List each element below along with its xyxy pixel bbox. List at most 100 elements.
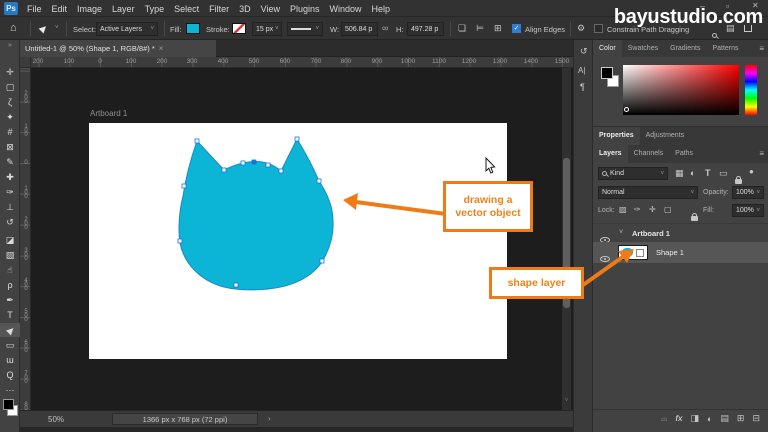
menu-edit[interactable]: Edit [52, 4, 68, 14]
tab-patterns[interactable]: Patterns [706, 40, 744, 57]
ruler-corner[interactable] [20, 57, 31, 68]
menu-window[interactable]: Window [330, 4, 362, 14]
opacity-field[interactable]: 100% ˅ [732, 186, 764, 199]
link-layers-icon[interactable]: ∞ [661, 414, 667, 424]
hand-tool-icon[interactable]: ɯ [0, 353, 20, 367]
scroll-down-icon[interactable]: ˅ [562, 398, 571, 404]
tab-channels[interactable]: Channels [628, 145, 670, 163]
eyedropper-tool-icon[interactable]: ✎ [0, 155, 20, 169]
path-operations-icon[interactable]: ❏ [458, 23, 466, 34]
menu-view[interactable]: View [261, 4, 280, 14]
filter-toggle-icon[interactable]: ● [749, 167, 754, 176]
link-dimensions-icon[interactable]: ∞ [382, 23, 388, 33]
paragraph-panel-icon[interactable]: ¶ [580, 82, 585, 92]
tab-close-icon[interactable]: × [159, 44, 164, 53]
home-icon[interactable]: ⌂ [10, 22, 17, 34]
marquee-tool-icon[interactable]: ▢ [0, 80, 20, 94]
blend-mode-dropdown[interactable]: Normal ˅ [598, 186, 698, 199]
foreground-color-swatch[interactable] [601, 67, 613, 79]
canvas[interactable]: Artboard 1 [31, 68, 562, 410]
tab-properties[interactable]: Properties [593, 127, 640, 145]
dodge-tool-icon[interactable]: ρ [0, 278, 20, 292]
stroke-style-dropdown[interactable]: ˅ [287, 22, 323, 36]
tab-color[interactable]: Color [593, 40, 622, 57]
stroke-swatch[interactable] [232, 23, 246, 34]
character-panel-icon[interactable]: A| [578, 66, 585, 75]
menu-image[interactable]: Image [77, 4, 102, 14]
brush-tool-icon[interactable]: ✑ [0, 185, 20, 199]
menu-help[interactable]: Help [372, 4, 391, 14]
edit-toolbar-icon[interactable]: ··· [0, 383, 20, 397]
lock-pixels-icon[interactable]: ✑ [634, 205, 641, 214]
pen-tool-icon[interactable]: ✒ [0, 293, 20, 307]
width-field[interactable]: 506.84 p [341, 22, 378, 36]
rectangle-tool-icon[interactable]: ▭ [0, 338, 20, 352]
smudge-tool-icon[interactable]: ☝ [0, 263, 20, 277]
gear-icon[interactable]: ⚙ [577, 23, 585, 34]
panel-menu-icon[interactable]: ≡ [759, 145, 768, 163]
add-mask-icon[interactable]: ◨ [690, 413, 699, 424]
search-icon[interactable] [712, 33, 717, 38]
tab-swatches[interactable]: Swatches [622, 40, 664, 57]
artboard[interactable] [89, 123, 507, 359]
type-tool-icon[interactable]: T [0, 308, 20, 322]
history-panel-icon[interactable]: ↺ [580, 46, 588, 57]
menu-plugins[interactable]: Plugins [290, 4, 320, 14]
zoom-level-field[interactable]: 50% [48, 415, 64, 424]
menu-filter[interactable]: Filter [209, 4, 229, 14]
layer-thumbnail[interactable] [618, 245, 648, 260]
lock-transparency-icon[interactable]: ▨ [619, 205, 627, 214]
layer-row-shape[interactable]: Shape 1 [593, 242, 768, 263]
menu-select[interactable]: Select [174, 4, 199, 14]
crop-tool-icon[interactable]: # [0, 125, 20, 139]
filter-pixel-layers-icon[interactable]: ▦ [675, 168, 684, 179]
history-brush-tool-icon[interactable]: ↺ [0, 215, 20, 229]
height-field[interactable]: 497.28 p [407, 22, 444, 36]
menu-layer[interactable]: Layer [112, 4, 135, 14]
document-tab[interactable]: Untitled-1 @ 50% (Shape 1, RGB/8#) * × [20, 40, 216, 57]
fill-swatch[interactable] [186, 23, 200, 34]
move-tool-icon[interactable]: ✛ [0, 65, 20, 79]
path-arrangement-icon[interactable]: ⊞ [494, 23, 502, 34]
menu-3d[interactable]: 3D [239, 4, 251, 14]
menu-type[interactable]: Type [145, 4, 165, 14]
menu-file[interactable]: File [27, 4, 42, 14]
path-alignment-icon[interactable]: ⊨ [476, 23, 484, 34]
path-selection-tool-icon[interactable]: ▶ [0, 323, 20, 337]
layer-style-fx-icon[interactable]: fx [675, 414, 682, 423]
visibility-eye-icon[interactable] [600, 256, 610, 262]
constrain-path-checkbox[interactable] [594, 24, 603, 33]
fill-field[interactable]: 100% ˅ [732, 204, 764, 217]
status-chevron-icon[interactable]: › [268, 414, 271, 423]
color-saturation-field[interactable] [623, 65, 739, 115]
lasso-tool-icon[interactable]: ζ [0, 95, 20, 109]
path-selection-tool-icon[interactable]: ▶ [37, 22, 50, 35]
filter-smart-objects-icon[interactable] [735, 176, 742, 184]
tool-preset-chevron-icon[interactable]: ˅ [55, 25, 59, 31]
foreground-color-swatch[interactable] [3, 399, 14, 410]
lock-all-icon[interactable] [691, 213, 699, 221]
toolbar-expand-icon[interactable]: » [0, 42, 20, 49]
vertical-scrollbar[interactable]: ˅ [562, 68, 571, 410]
clone-stamp-tool-icon[interactable]: ⊥ [0, 200, 20, 214]
filter-type-layers-icon[interactable]: T [705, 168, 711, 178]
panel-menu-icon[interactable]: ≡ [759, 40, 768, 57]
lock-artboard-icon[interactable]: ▢ [664, 205, 672, 214]
layer-filter-kind-dropdown[interactable]: Kind ˅ [598, 167, 668, 180]
layer-row-artboard[interactable]: ˅ Artboard 1 [593, 223, 768, 243]
delete-layer-icon[interactable]: ⊟ [752, 413, 760, 424]
frame-tool-icon[interactable]: ⊠ [0, 140, 20, 154]
tab-adjustments[interactable]: Adjustments [640, 127, 691, 145]
gradient-tool-icon[interactable]: ▧ [0, 248, 20, 262]
tab-gradients[interactable]: Gradients [664, 40, 706, 57]
expand-chevron-icon[interactable]: ˅ [619, 229, 623, 236]
healing-brush-tool-icon[interactable]: ✚ [0, 170, 20, 184]
hue-slider[interactable] [745, 65, 757, 115]
artboard-label[interactable]: Artboard 1 [90, 109, 127, 118]
select-mode-dropdown[interactable]: Active Layers ˅ [96, 22, 158, 36]
lock-position-icon[interactable]: ✛ [649, 205, 656, 214]
tab-layers[interactable]: Layers [593, 145, 628, 163]
stroke-width-field[interactable]: 15 px ˅ [252, 22, 282, 36]
eraser-tool-icon[interactable]: ◪ [0, 233, 20, 247]
new-group-icon[interactable]: ▤ [720, 413, 729, 424]
